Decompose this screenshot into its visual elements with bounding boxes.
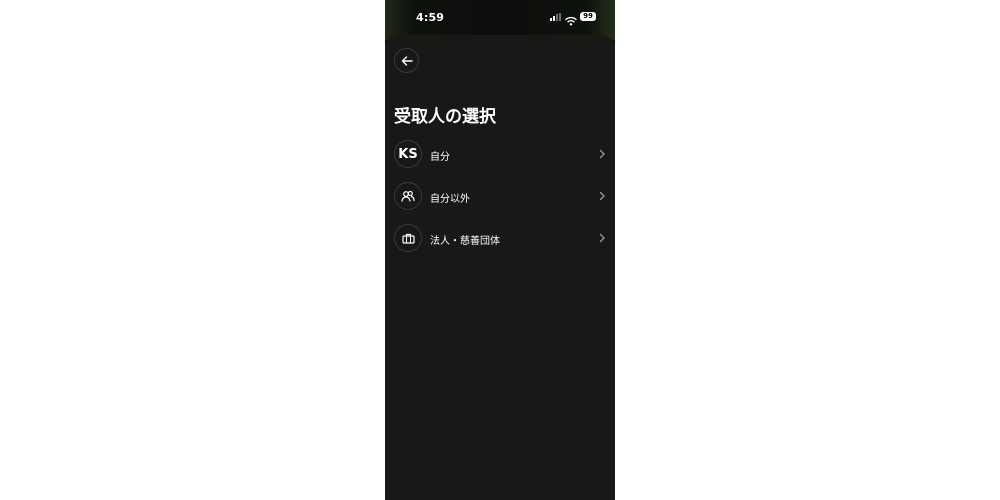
wifi-icon <box>565 11 577 26</box>
signal-icon <box>550 13 562 21</box>
briefcase-icon <box>394 224 422 252</box>
people-icon <box>394 182 422 210</box>
chevron-right-icon <box>599 191 605 201</box>
option-organization[interactable]: 法人・慈善団体 <box>394 224 606 254</box>
battery-icon: 99 <box>580 12 596 21</box>
page-title: 受取人の選択 <box>394 107 496 127</box>
back-button[interactable] <box>394 48 419 73</box>
option-others[interactable]: 自分以外 <box>394 182 606 212</box>
chevron-right-icon <box>599 149 605 159</box>
option-label: 自分 <box>430 152 450 163</box>
recipient-sheet: 受取人の選択 KS 自分 自分以外 法人・慈善団体 <box>385 35 615 500</box>
option-self[interactable]: KS 自分 <box>394 140 606 170</box>
status-time: 4:59 <box>416 11 445 24</box>
option-label: 自分以外 <box>430 194 470 205</box>
chevron-right-icon <box>599 233 605 243</box>
avatar: KS <box>394 140 422 168</box>
option-label: 法人・慈善団体 <box>430 236 500 247</box>
status-bar: 4:59 99 <box>385 0 615 34</box>
phone-screen: 4:59 99 受取人の選択 KS 自分 自分以外 法人・慈善団体 <box>385 0 615 500</box>
arrow-left-icon <box>401 55 413 66</box>
avatar-initials: KS <box>398 146 418 162</box>
